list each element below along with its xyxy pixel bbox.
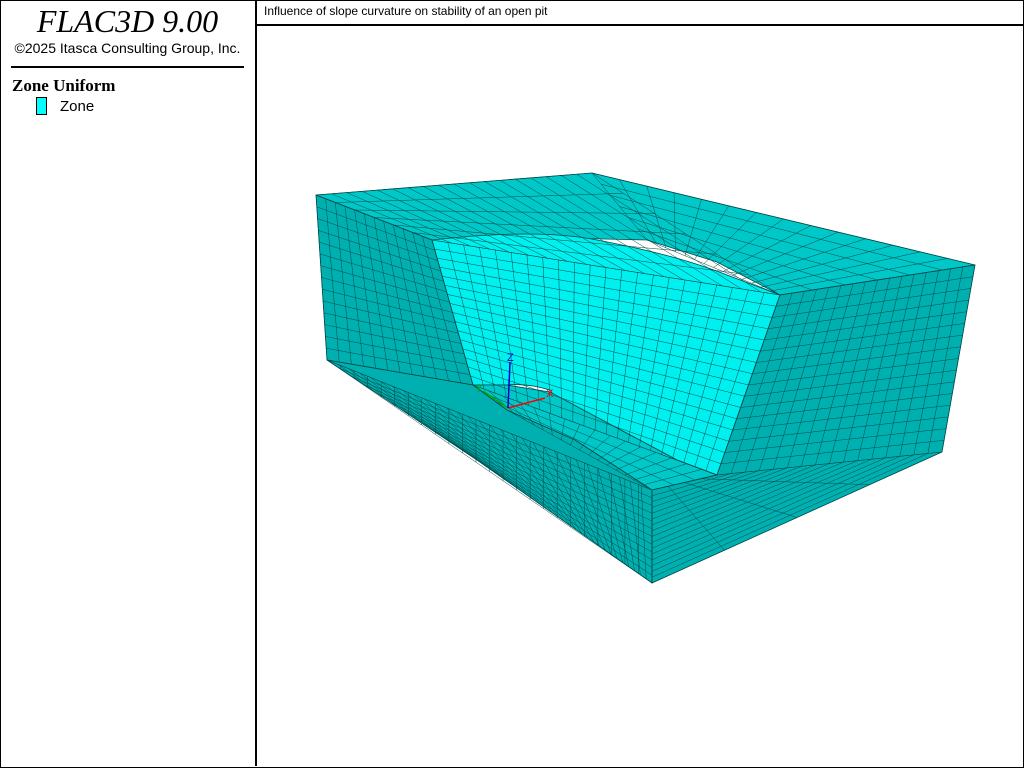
app-title: FLAC3D 9.00 <box>36 3 219 39</box>
sidebar-divider <box>11 66 244 68</box>
axis-label-z: Z <box>507 352 514 364</box>
legend-swatch-zone <box>36 97 47 115</box>
axis-label-x: X <box>546 388 554 400</box>
axis-label-y: Y <box>475 383 483 395</box>
legend-label-zone: Zone <box>60 98 95 115</box>
model-viewport[interactable]: Influence of slope curvature on stabilit… <box>257 0 1023 766</box>
legend-panel: FLAC3D 9.00 ©2025 Itasca Consulting Grou… <box>0 0 257 766</box>
zone-mesh-view[interactable]: X Y Z <box>257 0 1023 766</box>
copyright-text: ©2025 Itasca Consulting Group, Inc. <box>14 40 241 56</box>
legend-title: Zone Uniform <box>12 76 116 95</box>
